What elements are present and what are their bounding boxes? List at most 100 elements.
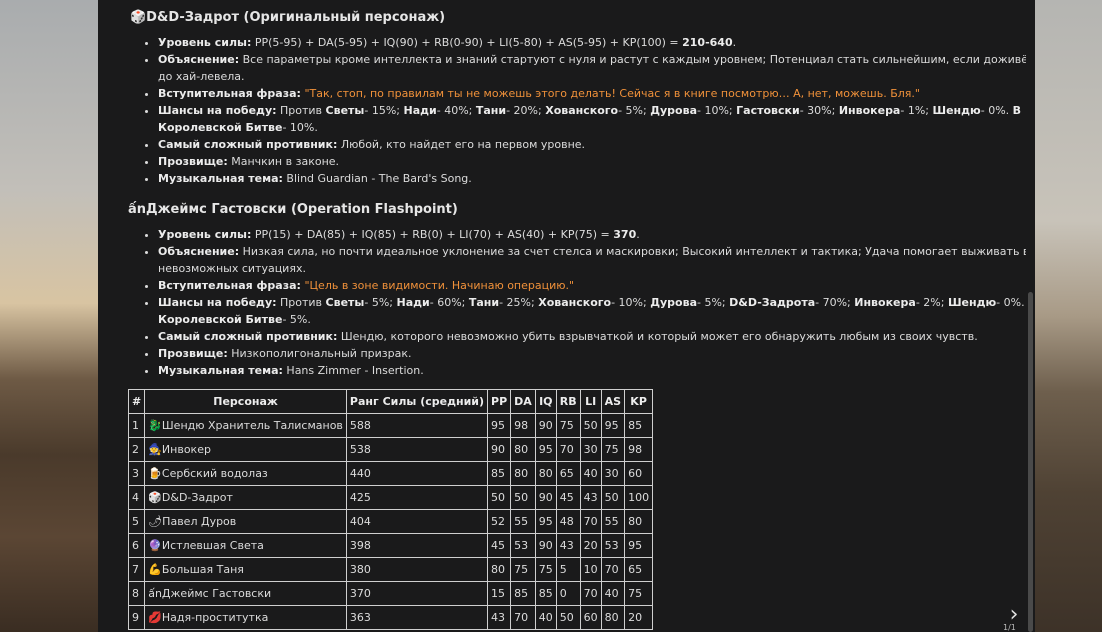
table-cell: 30 [579, 437, 602, 462]
list-item: Музыкальная тема: Hans Zimmer - Insertio… [158, 362, 1035, 379]
item-text: Против Светы- 15%; Нади- 40%; Тани- 20%;… [158, 104, 1022, 134]
column-header: KP [624, 389, 654, 414]
background-left [0, 0, 98, 632]
table-cell: 95 [534, 437, 557, 462]
table-cell: 90 [534, 413, 557, 438]
list-item: Шансы на победу: Против Светы- 5%; Нади-… [158, 294, 1035, 328]
table-cell: 53 [510, 533, 536, 558]
item-label: Самый сложный противник: [158, 330, 338, 343]
item-value: 210-640 [682, 36, 733, 49]
item-label: Объяснение: [158, 245, 240, 258]
table-cell: 363 [345, 605, 489, 630]
table-cell: 20 [579, 533, 602, 558]
item-label: Объяснение: [158, 53, 240, 66]
table-cell: 20 [624, 605, 654, 630]
table-cell: 5 [127, 509, 146, 534]
table-cell: 70 [510, 605, 536, 630]
item-label: Музыкальная тема: [158, 364, 283, 377]
column-header: DA [510, 389, 536, 414]
table-cell: 90 [487, 437, 512, 462]
table-cell: 🐉Шендю Хранитель Талисманов [144, 413, 347, 438]
list-item: Самый сложный противник: Шендю, которого… [158, 328, 1035, 345]
table-cell: 50 [579, 413, 602, 438]
table-cell: 15 [487, 581, 512, 606]
item-label: Музыкальная тема: [158, 172, 283, 185]
item-label: Шансы на победу: [158, 296, 277, 309]
table-cell: 43 [579, 485, 602, 510]
table-cell: 95 [600, 413, 626, 438]
list-item: Шансы на победу: Против Светы- 15%; Нади… [158, 102, 1035, 136]
table-cell: 55 [600, 509, 626, 534]
table-cell: ấnДжеймс Гастовски [144, 581, 347, 606]
table-cell: 7 [127, 557, 146, 582]
table-cell: 380 [345, 557, 489, 582]
table-cell: 588 [345, 413, 489, 438]
table-cell: 50 [555, 605, 581, 630]
table-cell: 80 [534, 461, 557, 486]
table-cell: 40 [600, 581, 626, 606]
table-cell: 45 [555, 485, 581, 510]
item-value: 370 [613, 228, 637, 241]
table-cell: 538 [345, 437, 489, 462]
table-cell: 48 [555, 509, 581, 534]
table-row: 2 🧙Инвокер 538 90 80 95 70 30 75 98 [127, 437, 654, 462]
list-item: Вступительная фраза: "Цель в зоне видимо… [158, 277, 1035, 294]
quote-text: "Так, стоп, по правилам ты не можешь это… [300, 87, 920, 100]
table-row: 8 ấnДжеймс Гастовски 370 15 85 85 0 70 40 75 [127, 581, 654, 606]
list-item: Вступительная фраза: "Так, стоп, по прав… [158, 85, 1035, 102]
table-cell: 98 [510, 413, 536, 438]
table-cell: 95 [487, 413, 512, 438]
table-cell: 40 [534, 605, 557, 630]
table-cell: 100 [624, 485, 654, 510]
table-row: 7 💪Большая Таня 380 80 75 75 5 10 70 65 [127, 557, 654, 582]
item-label: Прозвище: [158, 347, 228, 360]
table-cell: 75 [555, 413, 581, 438]
item-label: Уровень силы: [158, 228, 252, 241]
table-cell: 9 [127, 605, 146, 630]
table-cell: 75 [510, 557, 536, 582]
table-cell: 🎲D&D-Задрот [144, 485, 347, 510]
scrollbar-thumb[interactable] [1028, 292, 1033, 632]
section-title: ấnДжеймс Гастовски (Operation Flashpoint… [128, 202, 458, 217]
table-cell: 90 [534, 533, 557, 558]
column-header: RB [555, 389, 581, 414]
table-cell: 85 [487, 461, 512, 486]
table-row: 9 💋Надя-проститутка 363 43 70 40 50 60 80 20 [127, 605, 654, 630]
item-label: Вступительная фраза: [158, 279, 301, 292]
table-cell: 95 [624, 533, 654, 558]
table-cell: 30 [600, 461, 626, 486]
section-title: 🎲D&D-Задрот (Оригинальный персонаж) [130, 10, 446, 25]
table-cell: 💋Надя-проститутка [144, 605, 347, 630]
table-cell: 80 [600, 605, 626, 630]
list-item: Объяснение: Все параметры кроме интеллек… [158, 51, 1035, 85]
table-cell: 60 [579, 605, 602, 630]
table-cell: 50 [510, 485, 536, 510]
item-label: Самый сложный противник: [158, 138, 338, 151]
table-cell: 370 [345, 581, 489, 606]
table-cell: 75 [624, 581, 654, 606]
table-cell: 70 [600, 557, 626, 582]
section-list: Уровень силы: PP(5-95) + DA(5-95) + IQ(9… [128, 34, 1035, 187]
column-header: IQ [534, 389, 557, 414]
background-right [1035, 0, 1102, 632]
table-cell: 70 [555, 437, 581, 462]
page-indicator: 1/1 [1003, 623, 1016, 632]
table-cell: 8 [127, 581, 146, 606]
table-cell: 80 [624, 509, 654, 534]
list-item: Самый сложный противник: Любой, кто найд… [158, 136, 1035, 153]
table-cell: 70 [579, 581, 602, 606]
table-cell: 40 [579, 461, 602, 486]
column-header: AS [600, 389, 626, 414]
chat-panel: 🎲D&D-Задрот (Оригинальный персонаж) Уров… [98, 0, 1035, 632]
table-cell: 75 [600, 437, 626, 462]
table-cell: 5 [555, 557, 581, 582]
item-label: Вступительная фраза: [158, 87, 301, 100]
table-row: 1 🐉Шендю Хранитель Талисманов 588 95 98 90 75 5… [127, 413, 654, 438]
column-header: Персонаж [144, 389, 347, 414]
scrollbar[interactable] [1026, 0, 1035, 632]
column-header: Ранг Силы (средний) [345, 389, 489, 414]
table-cell: 90 [534, 485, 557, 510]
table-cell: 98 [624, 437, 654, 462]
table-header-row: # Персонаж Ранг Силы (средний) PP DA IQ RB LI AS… [127, 389, 654, 414]
table-cell: 50 [487, 485, 512, 510]
